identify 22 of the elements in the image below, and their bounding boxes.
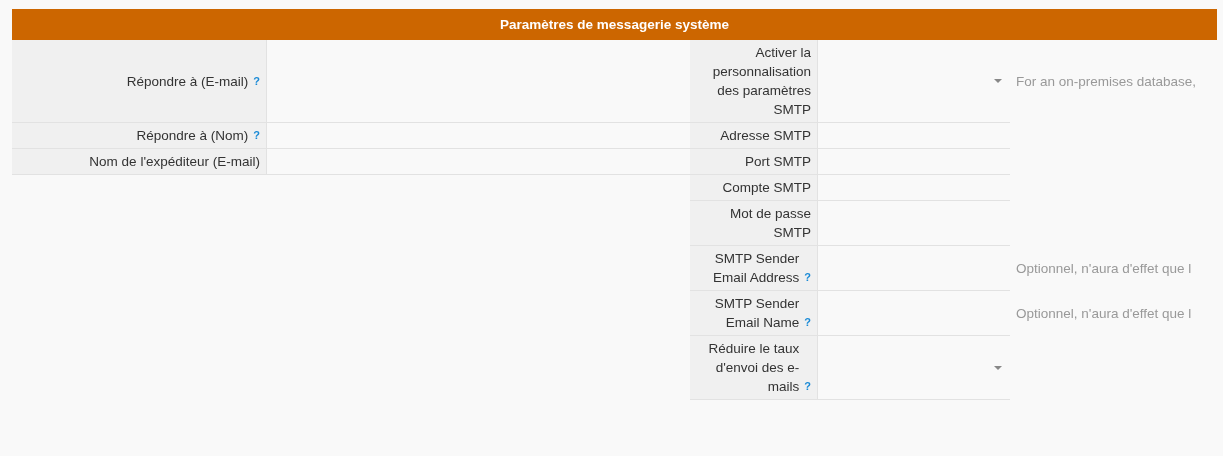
field-label: Répondre à (Nom) — [136, 127, 249, 145]
help-icon[interactable]: ? — [804, 313, 811, 332]
caret-icon — [994, 365, 1002, 370]
caret-icon — [994, 79, 1002, 83]
field-label: Nom de l'expéditeur (E-mail) — [89, 153, 260, 171]
field-label: SMTP Sender Email Address — [711, 250, 800, 287]
section-title: Paramètres de messagerie système — [500, 17, 729, 32]
help-icon[interactable]: ? — [253, 126, 260, 145]
help-icon[interactable]: ? — [804, 377, 811, 396]
field-label: Adresse SMTP — [720, 127, 811, 145]
help-icon[interactable]: ? — [804, 268, 811, 287]
help-icon[interactable]: ? — [253, 71, 260, 91]
hint-text: Optionnel, n'aura d'effet que l — [1016, 261, 1192, 276]
field-label: SMTP Sender Email Name — [713, 295, 800, 332]
field-label: Activer la personnalisation des paramètres SMTP — [711, 44, 811, 119]
field-label: Compte SMTP — [722, 179, 811, 197]
field-label: Port SMTP — [745, 153, 811, 171]
hint-text: For an on-premises database, — [1016, 74, 1197, 89]
field-label: Répondre à (E-mail) — [126, 72, 249, 91]
field-label: Mot de passe SMTP — [728, 205, 811, 242]
hint-text: Optionnel, n'aura d'effet que l — [1016, 306, 1192, 321]
field-label: Réduire le taux d'envoi des e-mails — [707, 340, 800, 396]
